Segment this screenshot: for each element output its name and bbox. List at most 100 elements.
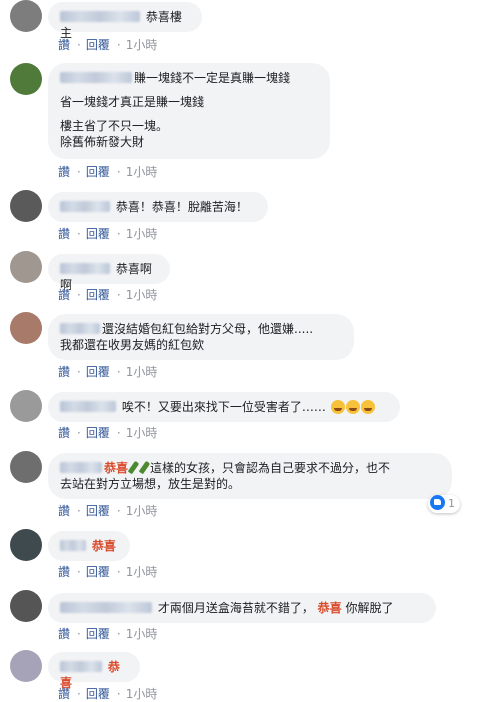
avatar[interactable] — [10, 451, 42, 483]
comment-bubble: 恭喜 — [48, 531, 130, 561]
comment-actions: 讚 · 回覆 · 1小時 — [58, 225, 164, 242]
separator: · — [116, 38, 121, 52]
commenter-name[interactable] — [60, 661, 102, 672]
comment-bubble: 還沒結婚包紅包給對方父母，他還嫌..... 我都還在收男友媽的紅包欸 — [48, 314, 354, 360]
comment-bubble: 恭喜 這樣的女孩，只會認為自己要求不過分，也不 去站在對方立場想，放生是對的。 — [48, 453, 452, 499]
reply-link[interactable]: 回覆 — [86, 426, 110, 440]
like-link[interactable]: 讚 — [58, 565, 70, 579]
reply-link[interactable]: 回覆 — [86, 288, 110, 302]
comment-text-line: 這樣的女孩，只會認為自己要求不過分，也不 — [150, 461, 391, 475]
separator: · — [77, 504, 81, 518]
separator: · — [77, 165, 81, 179]
separator: · — [116, 627, 121, 641]
laughing-emoji-icon — [360, 400, 375, 414]
commenter-name[interactable] — [60, 462, 102, 473]
separator: · — [116, 365, 121, 379]
separator: · — [116, 687, 121, 701]
reaction-count[interactable]: 1 — [428, 495, 460, 513]
timestamp[interactable]: 1小時 — [126, 227, 158, 241]
comment-actions: 讚 · 回覆 · 1小時 — [58, 163, 164, 180]
comment-actions: 讚 · 回覆 · 1小時 — [58, 502, 164, 519]
tagged-text[interactable]: 恭喜 — [318, 601, 342, 615]
reply-link[interactable]: 回覆 — [86, 565, 110, 579]
avatar[interactable] — [10, 0, 42, 32]
separator: · — [77, 687, 81, 701]
comment-bubble: 才兩個月送盒海苔就不錯了， 恭喜 你解脫了 — [48, 593, 436, 623]
comment-bubble: 恭喜！恭喜！脫離苦海！ — [48, 192, 268, 222]
timestamp[interactable]: 1小時 — [126, 565, 158, 579]
comment-text-line: 除舊佈新發大財 — [60, 135, 145, 149]
like-link[interactable]: 讚 — [58, 165, 70, 179]
comment-text-line: 去站在對方立場想，放生是對的。 — [60, 477, 241, 491]
comment-text-line: 樓主省了不只一塊。 — [60, 119, 169, 133]
reply-link[interactable]: 回覆 — [86, 627, 110, 641]
comment-actions: 讚 · 回覆 · 1小時 — [58, 363, 164, 380]
like-link[interactable]: 讚 — [58, 687, 70, 701]
reply-link[interactable]: 回覆 — [86, 687, 110, 701]
comment-text: 恭喜！恭喜！脫離苦海！ — [115, 200, 248, 214]
like-link[interactable]: 讚 — [58, 288, 70, 302]
comment-bubble: 賺一塊錢不一定是真賺一塊錢 省一塊錢才真正是賺一塊錢 樓主省了不只一塊。 除舊佈… — [48, 63, 330, 159]
separator: · — [116, 504, 121, 518]
like-link[interactable]: 讚 — [58, 426, 70, 440]
comment-bubble: 恭喜啊啊 — [48, 254, 170, 292]
timestamp[interactable]: 1小時 — [126, 627, 158, 641]
commenter-name[interactable] — [60, 263, 110, 274]
reply-link[interactable]: 回覆 — [86, 165, 110, 179]
commenter-name[interactable] — [60, 602, 152, 613]
avatar[interactable] — [10, 390, 42, 422]
commenter-name[interactable] — [60, 540, 86, 551]
comment-text-line: 還沒結婚包紅包給對方父母，他還嫌..... — [102, 322, 314, 336]
comment-bubble: 恭喜樓主 — [48, 2, 202, 40]
avatar[interactable] — [10, 650, 42, 682]
like-link[interactable]: 讚 — [58, 365, 70, 379]
timestamp[interactable]: 1小時 — [126, 38, 158, 52]
comment-actions: 讚 · 回覆 · 1小時 — [58, 685, 164, 702]
comment-actions: 讚 · 回覆 · 1小時 — [58, 625, 164, 642]
timestamp[interactable]: 1小時 — [126, 687, 158, 701]
like-link[interactable]: 讚 — [58, 38, 70, 52]
like-link[interactable]: 讚 — [58, 504, 70, 518]
separator: · — [77, 38, 81, 52]
separator: · — [77, 565, 81, 579]
reply-link[interactable]: 回覆 — [86, 227, 110, 241]
commenter-name[interactable] — [60, 201, 110, 212]
like-link[interactable]: 讚 — [58, 227, 70, 241]
timestamp[interactable]: 1小時 — [126, 504, 158, 518]
avatar[interactable] — [10, 251, 42, 283]
comment-text-line: 省一塊錢才真正是賺一塊錢 — [60, 95, 205, 109]
timestamp[interactable]: 1小時 — [126, 426, 158, 440]
reply-link[interactable]: 回覆 — [86, 504, 110, 518]
comment-text-line: 我都還在收男友媽的紅包欸 — [60, 338, 205, 352]
champagne-icon — [138, 460, 151, 475]
like-link[interactable]: 讚 — [58, 627, 70, 641]
avatar[interactable] — [10, 529, 42, 561]
avatar[interactable] — [10, 190, 42, 222]
comment-actions: 讚 · 回覆 · 1小時 — [58, 286, 164, 303]
separator: · — [77, 627, 81, 641]
tagged-text[interactable]: 恭喜 — [92, 539, 116, 553]
timestamp[interactable]: 1小時 — [126, 165, 158, 179]
timestamp[interactable]: 1小時 — [126, 288, 158, 302]
tagged-text[interactable]: 恭喜 — [104, 461, 128, 475]
comment-text: 唉不！又要出來找下一位受害者了…… — [121, 400, 326, 414]
comment-bubble: 恭喜 — [48, 652, 140, 690]
comment-text: 才兩個月送盒海苔就不錯了， — [157, 601, 314, 615]
separator: · — [77, 227, 81, 241]
commenter-name[interactable] — [60, 11, 140, 22]
commenter-name[interactable] — [60, 401, 116, 412]
commenter-name[interactable] — [60, 323, 100, 334]
avatar[interactable] — [10, 590, 42, 622]
commenter-name[interactable] — [60, 72, 132, 83]
avatar[interactable] — [10, 63, 42, 95]
comment-actions: 讚 · 回覆 · 1小時 — [58, 424, 164, 441]
reply-link[interactable]: 回覆 — [86, 365, 110, 379]
laughing-emoji-icon — [330, 400, 345, 414]
avatar[interactable] — [10, 312, 42, 344]
comment-text-line: 賺一塊錢不一定是真賺一塊錢 — [134, 71, 291, 85]
comment-actions: 讚 · 回覆 · 1小時 — [58, 563, 164, 580]
comment-actions: 讚 · 回覆 · 1小時 — [58, 36, 164, 53]
timestamp[interactable]: 1小時 — [126, 365, 158, 379]
separator: · — [77, 426, 81, 440]
reply-link[interactable]: 回覆 — [86, 38, 110, 52]
